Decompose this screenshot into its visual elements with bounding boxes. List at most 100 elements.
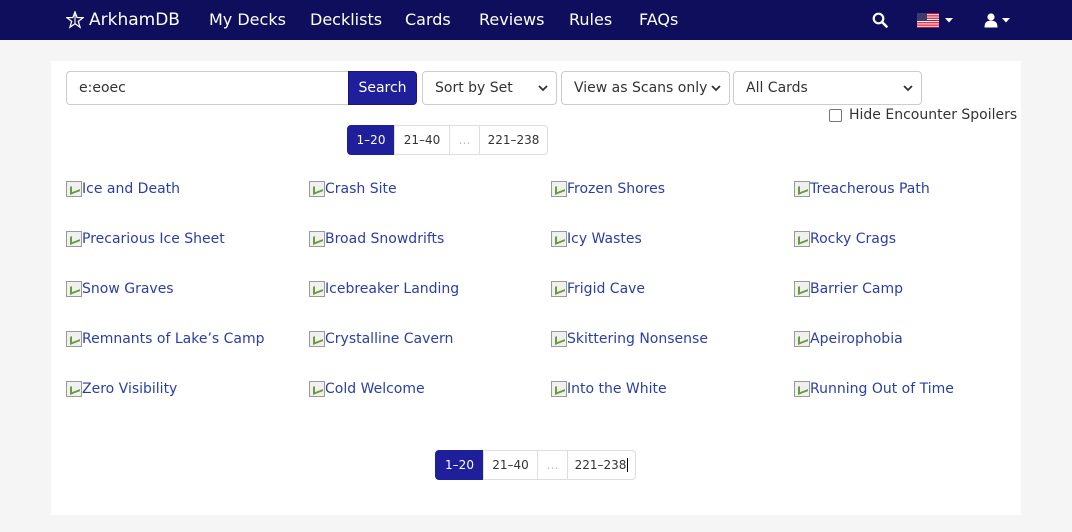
card-link[interactable]: Frigid Cave <box>551 281 645 297</box>
chevron-down-icon <box>945 18 953 23</box>
view-select[interactable]: View as Scans only <box>561 71 730 105</box>
card-name: Into the White <box>567 381 667 397</box>
hide-spoilers-toggle[interactable]: Hide Encounter Spoilers <box>829 106 1017 124</box>
card-link[interactable]: Crash Site <box>309 181 397 197</box>
user-icon <box>984 12 998 27</box>
page-link-last[interactable]: 221–238 <box>567 450 636 480</box>
broken-image-icon <box>794 181 810 197</box>
nav-decklists[interactable]: Decklists <box>310 0 382 40</box>
card-link[interactable]: Broad Snowdrifts <box>309 231 444 247</box>
broken-image-icon <box>309 281 325 297</box>
brand-name: ArkhamDB <box>89 10 180 30</box>
broken-image-icon <box>551 181 567 197</box>
card-name: Frozen Shores <box>567 181 666 197</box>
card-name: Precarious Ice Sheet <box>82 231 225 247</box>
page-ellipsis: … <box>537 450 568 480</box>
card-link[interactable]: Running Out of Time <box>794 381 954 397</box>
pagination-top: 1–20 21–40 … 221–238 <box>347 125 548 155</box>
page-link-last-label: 221–238 <box>574 458 627 472</box>
broken-image-icon <box>66 331 82 347</box>
broken-image-icon <box>309 181 325 197</box>
card-name: Running Out of Time <box>810 381 954 397</box>
chevron-down-icon <box>711 85 721 92</box>
card-link[interactable]: Snow Graves <box>66 281 174 297</box>
view-select-value: View as Scans only <box>574 80 708 96</box>
card-link[interactable]: Apeirophobia <box>794 331 903 347</box>
broken-image-icon <box>551 281 567 297</box>
broken-image-icon <box>309 381 325 397</box>
hide-spoilers-checkbox[interactable] <box>829 108 842 122</box>
broken-image-icon <box>66 281 82 297</box>
card-name: Icebreaker Landing <box>325 281 460 297</box>
broken-image-icon <box>66 231 82 247</box>
card-name: Crystalline Cavern <box>325 331 454 347</box>
card-filter-select-value: All Cards <box>746 80 808 96</box>
card-link[interactable]: Icy Wastes <box>551 231 642 247</box>
broken-image-icon <box>794 281 810 297</box>
nav-faqs[interactable]: FAQs <box>639 0 678 40</box>
user-menu[interactable] <box>984 0 1011 40</box>
page-link-2[interactable]: 21–40 <box>394 125 450 155</box>
navbar: ArkhamDB My Decks Decklists Cards Review… <box>0 0 1072 40</box>
card-name: Skittering Nonsense <box>567 331 708 347</box>
card-name: Cold Welcome <box>325 381 425 397</box>
card-link[interactable]: Treacherous Path <box>794 181 930 197</box>
card-name: Icy Wastes <box>567 231 642 247</box>
hide-spoilers-label: Hide Encounter Spoilers <box>849 107 1018 123</box>
chevron-down-icon <box>1002 18 1010 23</box>
broken-image-icon <box>66 381 82 397</box>
card-link[interactable]: Into the White <box>551 381 667 397</box>
nav-rules[interactable]: Rules <box>569 0 612 40</box>
sort-select[interactable]: Sort by Set <box>422 71 557 105</box>
card-name: Ice and Death <box>82 181 181 197</box>
card-name: Crash Site <box>325 181 397 197</box>
search-button[interactable]: Search <box>348 71 417 105</box>
card-name: Frigid Cave <box>567 281 646 297</box>
broken-image-icon <box>551 231 567 247</box>
card-link[interactable]: Rocky Crags <box>794 231 896 247</box>
card-name: Broad Snowdrifts <box>325 231 445 247</box>
card-link[interactable]: Zero Visibility <box>66 381 177 397</box>
broken-image-icon <box>66 181 82 197</box>
search-icon[interactable] <box>872 0 888 40</box>
broken-image-icon <box>551 381 567 397</box>
broken-image-icon <box>551 331 567 347</box>
card-link[interactable]: Ice and Death <box>66 181 180 197</box>
card-link[interactable]: Skittering Nonsense <box>551 331 708 347</box>
card-link[interactable]: Remnants of Lake’s Camp <box>66 331 265 347</box>
card-link[interactable]: Icebreaker Landing <box>309 281 459 297</box>
card-link[interactable]: Cold Welcome <box>309 381 425 397</box>
page-link-1[interactable]: 1–20 <box>435 450 484 480</box>
card-name: Treacherous Path <box>810 181 930 197</box>
broken-image-icon <box>309 331 325 347</box>
card-link[interactable]: Crystalline Cavern <box>309 331 453 347</box>
page-link-2[interactable]: 21–40 <box>483 450 538 480</box>
card-link[interactable]: Frozen Shores <box>551 181 665 197</box>
broken-image-icon <box>794 381 810 397</box>
page-link-1[interactable]: 1–20 <box>347 125 395 155</box>
us-flag-icon <box>917 12 939 28</box>
nav-reviews[interactable]: Reviews <box>479 0 544 40</box>
page-ellipsis: … <box>449 125 480 155</box>
search-input[interactable] <box>66 71 349 105</box>
elder-sign-icon <box>66 11 84 29</box>
card-name: Zero Visibility <box>82 381 178 397</box>
broken-image-icon <box>309 231 325 247</box>
language-dropdown[interactable] <box>917 0 954 40</box>
card-link[interactable]: Precarious Ice Sheet <box>66 231 225 247</box>
page-link-last[interactable]: 221–238 <box>479 125 548 155</box>
card-filter-select[interactable]: All Cards <box>733 71 922 105</box>
chevron-down-icon <box>538 85 548 92</box>
text-cursor <box>627 458 629 472</box>
nav-my-decks[interactable]: My Decks <box>209 0 286 40</box>
chevron-down-icon <box>903 85 913 92</box>
nav-cards[interactable]: Cards <box>405 0 451 40</box>
card-link[interactable]: Barrier Camp <box>794 281 903 297</box>
card-name: Remnants of Lake’s Camp <box>82 331 265 347</box>
card-name: Apeirophobia <box>810 331 903 347</box>
brand-link[interactable]: ArkhamDB <box>66 0 180 40</box>
card-name: Rocky Crags <box>810 231 896 247</box>
sort-select-value: Sort by Set <box>435 80 513 96</box>
broken-image-icon <box>794 231 810 247</box>
pagination-bottom: 1–20 21–40 … 221–238 <box>435 450 636 480</box>
